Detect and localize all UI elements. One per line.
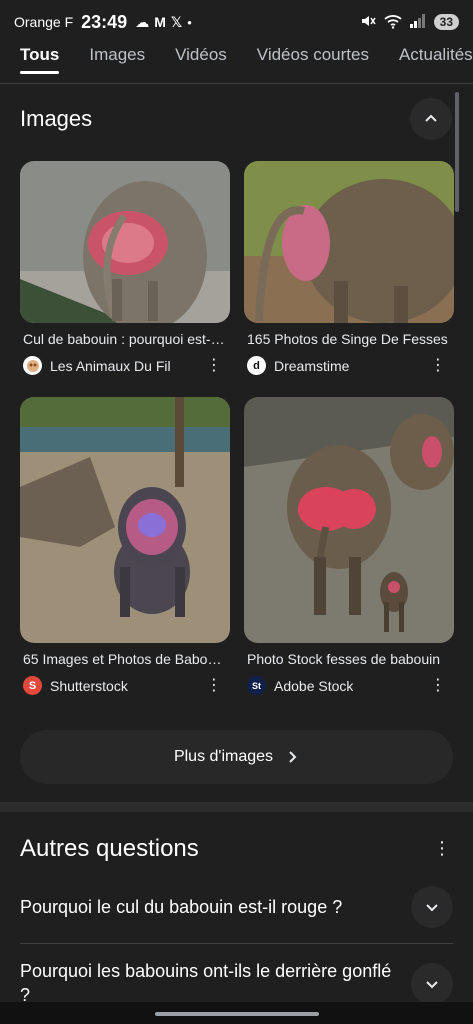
tab-news[interactable]: Actualités: [399, 36, 473, 83]
image-source[interactable]: Les Animaux Du Fil ⋮: [20, 356, 230, 375]
question-item[interactable]: Pourquoi les babouins ont-ils le derrièr…: [20, 959, 400, 1007]
image-thumbnail[interactable]: [20, 161, 230, 323]
source-name: Adobe Stock: [274, 677, 354, 694]
system-navigation-bar: [0, 1002, 473, 1024]
more-images-button[interactable]: Plus d'images: [20, 730, 453, 784]
chevron-right-icon: [289, 751, 297, 763]
expand-question-button[interactable]: [411, 963, 453, 1005]
chevron-down-icon: [426, 981, 438, 989]
clock: 23:49: [81, 11, 128, 32]
tab-videos[interactable]: Vidéos: [175, 36, 227, 83]
image-thumbnail[interactable]: [244, 397, 454, 643]
source-name: Shutterstock: [50, 677, 128, 694]
signal-icon: [409, 13, 426, 31]
question-text: Pourquoi le cul du babouin est-il rouge …: [20, 897, 343, 917]
image-source[interactable]: S Shutterstock ⋮: [20, 676, 230, 695]
tab-images[interactable]: Images: [89, 36, 145, 83]
image-source[interactable]: d Dreamstime ⋮: [244, 356, 454, 375]
image-result[interactable]: 165 Photos de Singe De Fesses d Dreamsti…: [244, 161, 454, 375]
source-logo-icon: [23, 356, 42, 375]
more-options-icon[interactable]: ⋮: [430, 357, 446, 374]
carrier-name: Orange F: [14, 14, 74, 30]
image-result[interactable]: Photo Stock fesses de babouin St Adobe S…: [244, 397, 454, 695]
image-thumbnail[interactable]: [20, 397, 230, 643]
x-icon: 𝕏: [170, 13, 183, 30]
wifi-icon: [384, 13, 402, 32]
more-options-icon[interactable]: ⋮: [430, 677, 446, 694]
mute-icon: [360, 13, 376, 32]
gmail-icon: M: [154, 14, 166, 30]
more-images-label: Plus d'images: [173, 748, 274, 765]
image-caption[interactable]: 65 Images et Photos de Babouin: [20, 651, 226, 667]
home-gesture-handle[interactable]: [155, 1012, 319, 1016]
cloud-icon: ☁: [135, 13, 150, 30]
source-name: Les Animaux Du Fil: [50, 357, 171, 374]
image-thumbnail[interactable]: [244, 161, 454, 323]
question-divider: [20, 943, 453, 944]
questions-section-title: Autres questions: [20, 835, 199, 862]
more-options-icon[interactable]: ⋮: [206, 677, 222, 694]
more-options-icon[interactable]: ⋮: [206, 357, 222, 374]
expand-question-button[interactable]: [411, 886, 453, 928]
source-logo-icon: St: [247, 676, 266, 695]
more-options-icon[interactable]: ⋮: [433, 838, 451, 859]
search-tabs: Tous Images Vidéos Vidéos courtes Actual…: [0, 36, 473, 84]
dot-icon: ●: [187, 17, 192, 27]
collapse-button[interactable]: [410, 98, 452, 140]
image-result[interactable]: Cul de babouin : pourquoi est-il rouge ?…: [20, 161, 230, 375]
image-caption[interactable]: Cul de babouin : pourquoi est-il rouge ?: [20, 331, 226, 347]
chevron-up-icon: [425, 114, 437, 122]
image-result[interactable]: 65 Images et Photos de Babouin S Shutter…: [20, 397, 230, 695]
chevron-down-icon: [426, 904, 438, 912]
tab-all[interactable]: Tous: [20, 36, 60, 83]
source-name: Dreamstime: [274, 357, 350, 374]
source-logo-icon: d: [247, 356, 266, 375]
image-caption[interactable]: Photo Stock fesses de babouin: [244, 651, 450, 667]
battery-indicator: 33: [433, 14, 459, 30]
image-caption[interactable]: 165 Photos de Singe De Fesses: [244, 331, 450, 347]
question-text: Pourquoi les babouins ont-ils le derrièr…: [20, 961, 392, 1005]
source-logo-icon: S: [23, 676, 42, 695]
scrollbar[interactable]: [455, 92, 459, 212]
tab-short-videos[interactable]: Vidéos courtes: [257, 36, 369, 83]
image-source[interactable]: St Adobe Stock ⋮: [244, 676, 454, 695]
question-item[interactable]: Pourquoi le cul du babouin est-il rouge …: [20, 895, 453, 919]
images-section-title: Images: [20, 106, 93, 131]
section-divider: [0, 802, 473, 812]
